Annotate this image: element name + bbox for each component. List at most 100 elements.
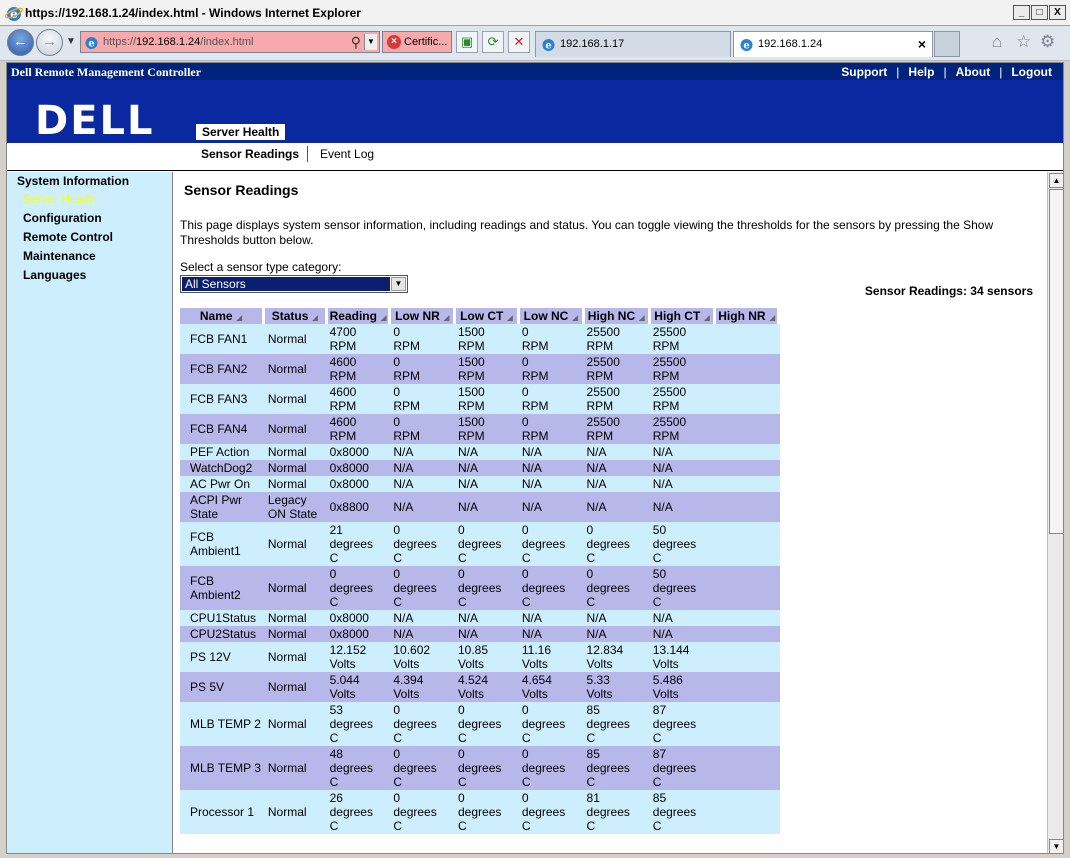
help-link[interactable]: Help <box>899 65 943 79</box>
column-header[interactable]: Name ◢ <box>180 308 265 324</box>
subnav-event-log[interactable]: Event Log <box>320 147 374 161</box>
column-header[interactable]: High NR ◢ <box>716 308 780 324</box>
address-bar[interactable]: e https://192.168.1.24/index.html ⚲ ▼ <box>80 31 380 53</box>
support-link[interactable]: Support <box>832 65 896 79</box>
column-header[interactable]: High NC ◢ <box>584 308 651 324</box>
table-row: CPU2Status Normal 0x8000 N/A N/A N/A N/A N/A <box>180 626 780 642</box>
tab-192-168-1-24[interactable]: e 192.168.1.24 × <box>733 31 933 57</box>
table-cell: CPU1Status <box>180 610 265 626</box>
scroll-down-icon[interactable]: ▼ <box>1049 839 1063 853</box>
column-header-label: Reading <box>329 309 377 323</box>
sort-icon[interactable]: ◢ <box>507 315 512 322</box>
about-link[interactable]: About <box>947 65 1000 79</box>
sort-icon[interactable]: ◢ <box>704 315 709 322</box>
menu-server-health[interactable]: Server Health <box>23 192 96 206</box>
column-header-label: High CT <box>654 309 701 323</box>
favorites-star-icon[interactable]: ☆ <box>1016 32 1031 52</box>
column-header[interactable]: Low CT ◢ <box>456 308 520 324</box>
subnav-sensor-readings[interactable]: Sensor Readings <box>201 147 299 161</box>
table-cell: N/A <box>650 460 717 476</box>
search-icon[interactable]: ⚲ <box>351 34 361 51</box>
table-cell: N/A <box>456 460 520 476</box>
window-title: https://192.168.1.24/index.html - Window… <box>25 6 361 20</box>
table-cell: Normal <box>264 460 328 476</box>
scroll-thumb[interactable] <box>1049 189 1063 534</box>
column-header-label: Low NC <box>523 309 569 323</box>
vertical-scrollbar[interactable]: ▲ ▼ <box>1047 172 1063 853</box>
compatibility-view-icon[interactable]: ▣ <box>456 31 478 53</box>
refresh-icon[interactable]: ⟳ <box>482 31 504 53</box>
column-header[interactable]: Low NR ◢ <box>391 308 456 324</box>
table-cell: 85 degrees C <box>584 746 651 790</box>
close-tab-icon[interactable]: × <box>918 32 926 56</box>
table-cell: N/A <box>456 444 520 460</box>
menu-remote-control[interactable]: Remote Control <box>23 230 113 244</box>
table-cell: 5.044 Volts <box>327 672 392 702</box>
tab-192-168-1-17[interactable]: e 192.168.1.17 <box>535 31 731 57</box>
column-header[interactable]: Reading ◢ <box>327 308 392 324</box>
table-cell: 85 degrees C <box>584 702 651 746</box>
sort-icon[interactable]: ◢ <box>312 315 317 322</box>
table-cell: 0 degrees C <box>391 746 456 790</box>
tools-gear-icon[interactable]: ⚙ <box>1040 32 1055 52</box>
column-header[interactable]: Status ◢ <box>264 308 328 324</box>
menu-maintenance[interactable]: Maintenance <box>23 249 96 263</box>
logout-link[interactable]: Logout <box>1002 65 1061 79</box>
history-dropdown-icon[interactable]: ▼ <box>66 36 76 47</box>
column-header-label: Low CT <box>460 309 504 323</box>
table-cell: 87 degrees C <box>650 702 717 746</box>
table-cell: Normal <box>264 444 328 460</box>
minimize-button[interactable]: _ <box>1013 5 1030 20</box>
chevron-down-icon[interactable]: ▼ <box>391 277 406 291</box>
column-header[interactable]: Low NC ◢ <box>519 308 585 324</box>
sort-icon[interactable]: ◢ <box>444 315 449 322</box>
scroll-up-icon[interactable]: ▲ <box>1049 173 1063 188</box>
table-cell: WatchDog2 <box>180 460 265 476</box>
close-window-button[interactable]: X <box>1049 5 1066 20</box>
table-cell-truncated <box>716 566 780 610</box>
sort-icon[interactable]: ◢ <box>381 315 386 322</box>
table-cell: N/A <box>584 476 651 492</box>
table-cell: N/A <box>650 492 717 522</box>
sort-icon[interactable]: ◢ <box>770 315 775 322</box>
home-icon[interactable]: ⌂ <box>992 32 1002 52</box>
forward-button[interactable]: → <box>36 29 63 56</box>
tab-label: 192.168.1.24 <box>758 38 823 50</box>
table-cell: CPU2Status <box>180 626 265 642</box>
dell-logo: DELL <box>35 98 155 144</box>
menu-configuration[interactable]: Configuration <box>23 211 102 225</box>
table-cell: FCB FAN1 <box>180 324 265 354</box>
stop-icon[interactable]: ✕ <box>508 31 530 53</box>
table-cell: 25500 RPM <box>650 354 717 384</box>
sort-icon[interactable]: ◢ <box>237 315 242 322</box>
drmc-topbar: Dell Remote Management Controller Suppor… <box>7 63 1063 80</box>
table-cell: 5.33 Volts <box>584 672 651 702</box>
back-button[interactable]: ← <box>7 29 34 56</box>
column-header[interactable]: High CT ◢ <box>650 308 717 324</box>
tab-server-health[interactable]: Server Health <box>196 124 286 140</box>
table-cell-truncated <box>716 414 780 444</box>
column-header-label: High NR <box>718 309 766 323</box>
table-cell: 0x8000 <box>327 460 392 476</box>
table-cell: 0x8800 <box>327 492 392 522</box>
table-cell: 48 degrees C <box>327 746 392 790</box>
svg-text:e: e <box>88 39 94 50</box>
column-header-label: Low NR <box>395 309 440 323</box>
sort-icon[interactable]: ◢ <box>639 315 644 322</box>
table-cell: 10.602 Volts <box>391 642 456 672</box>
table-cell: 4700 RPM <box>327 324 392 354</box>
address-dropdown-icon[interactable]: ▼ <box>364 34 377 50</box>
svg-text:e: e <box>545 41 551 52</box>
menu-languages[interactable]: Languages <box>23 268 86 282</box>
maximize-button[interactable]: □ <box>1031 5 1048 20</box>
table-cell-truncated <box>716 702 780 746</box>
sort-icon[interactable]: ◢ <box>572 315 577 322</box>
table-cell: MLB TEMP 2 <box>180 702 265 746</box>
new-tab-button[interactable] <box>934 31 960 57</box>
sensor-type-label: Select a sensor type category: <box>180 260 342 274</box>
sensor-type-select[interactable]: All Sensors ▼ <box>180 275 408 293</box>
certificate-error-button[interactable]: × Certific... <box>382 31 452 53</box>
address-url[interactable]: https://192.168.1.24/index.html <box>103 36 253 48</box>
menu-system-information[interactable]: System Information <box>17 174 129 188</box>
table-cell-truncated <box>716 672 780 702</box>
